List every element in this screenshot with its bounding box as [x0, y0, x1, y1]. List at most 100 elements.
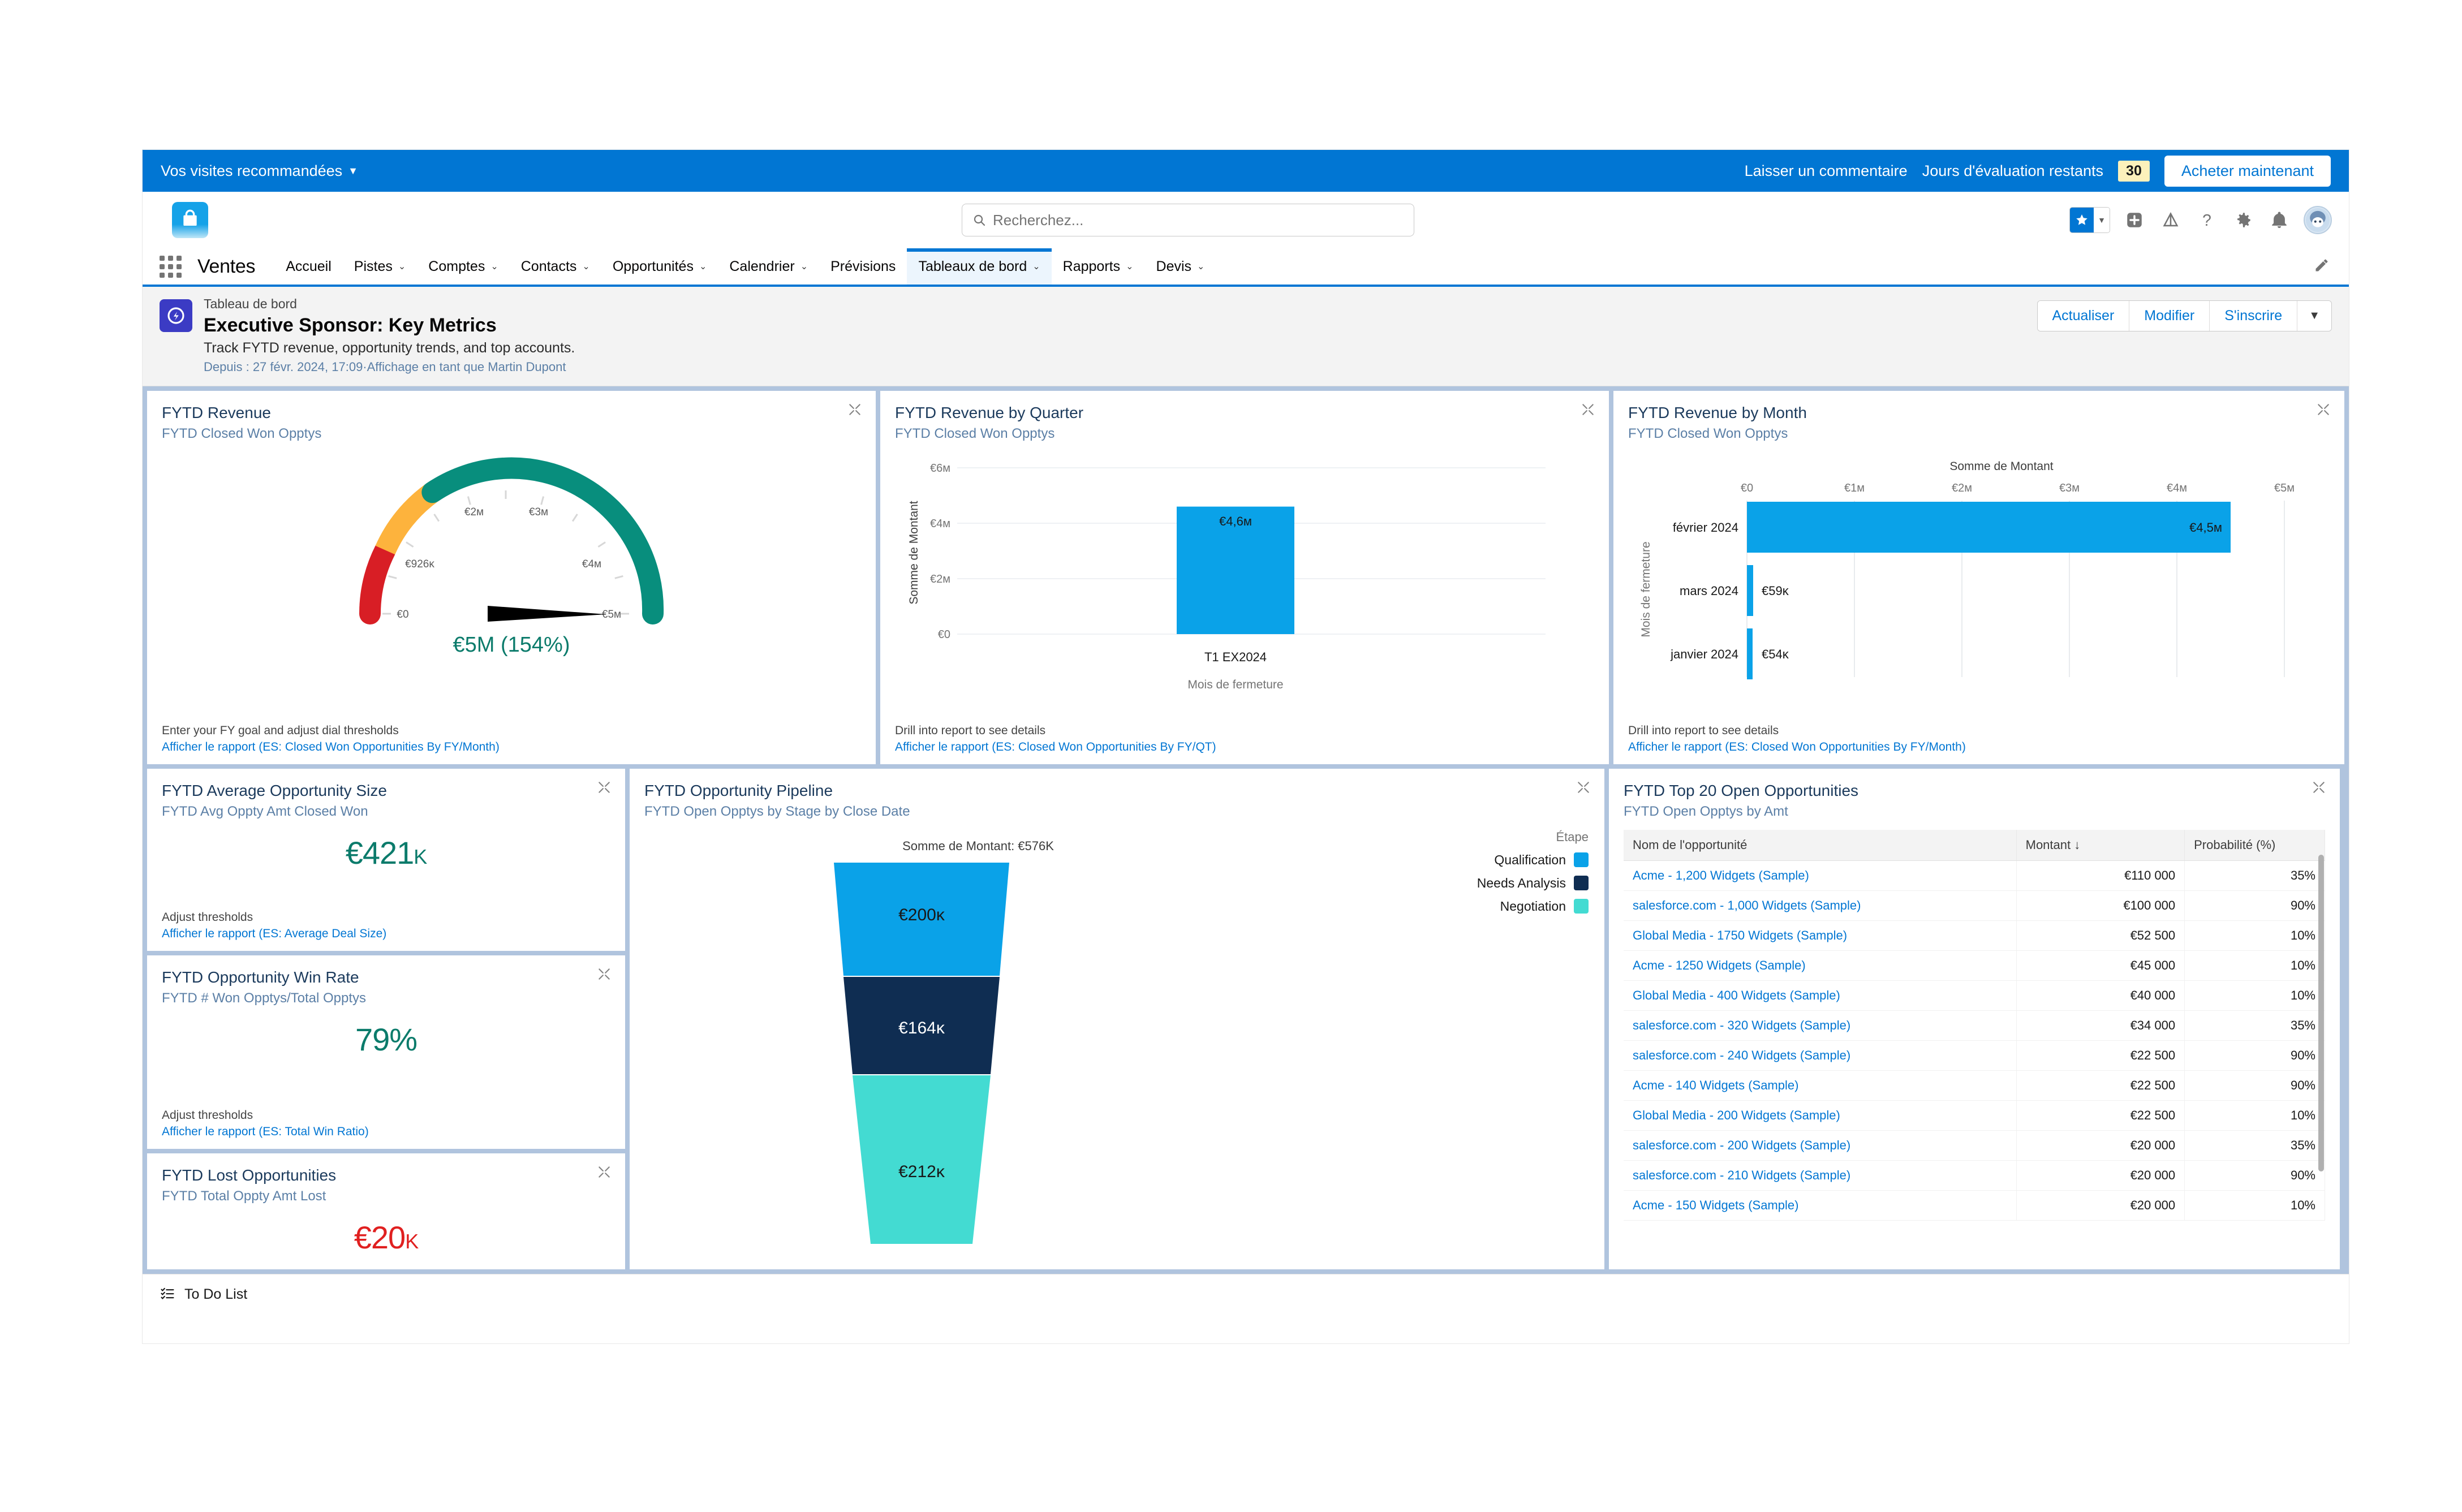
- metric-value: €20K: [162, 1219, 610, 1256]
- expand-icon[interactable]: [2316, 402, 2331, 417]
- search-input[interactable]: [993, 211, 1404, 229]
- svg-text:€0: €0: [397, 609, 408, 621]
- cell-amount: €110 000: [2016, 860, 2185, 891]
- nav-item-devis[interactable]: Devis ⌄: [1145, 248, 1216, 285]
- star-icon[interactable]: [2070, 208, 2094, 232]
- svg-text:€0: €0: [1741, 482, 1753, 494]
- gear-icon[interactable]: [2231, 208, 2255, 232]
- opportunity-link[interactable]: salesforce.com - 1,000 Widgets (Sample): [1633, 898, 1861, 912]
- more-actions-button[interactable]: ▼: [2297, 301, 2331, 331]
- nav-item-contacts[interactable]: Contacts ⌄: [510, 248, 601, 285]
- column-header-name[interactable]: Nom de l'opportunité: [1624, 829, 2017, 861]
- buy-now-button[interactable]: Acheter maintenant: [2164, 155, 2331, 187]
- opportunity-link[interactable]: Acme - 1250 Widgets (Sample): [1633, 958, 1806, 972]
- nav-item-label: Calendrier: [729, 258, 795, 274]
- opportunity-link[interactable]: salesforce.com - 210 Widgets (Sample): [1633, 1168, 1850, 1182]
- table-header-row: Nom de l'opportunité Montant ↓ Probabili…: [1624, 829, 2325, 861]
- nav-item-previsions[interactable]: Prévisions: [819, 248, 907, 285]
- expand-icon[interactable]: [1581, 402, 1595, 417]
- table-row[interactable]: Acme - 140 Widgets (Sample) €22 500 90%: [1624, 1070, 2325, 1101]
- global-search-box[interactable]: [962, 204, 1414, 236]
- nav-item-tableaux-de-bord[interactable]: Tableaux de bord ⌄: [907, 248, 1052, 285]
- table-row[interactable]: salesforce.com - 1,000 Widgets (Sample) €…: [1624, 890, 2325, 921]
- view-report-link[interactable]: Afficher le rapport (ES: Total Win Ratio…: [162, 1124, 369, 1140]
- table-row[interactable]: Global Media - 200 Widgets (Sample) €22 5…: [1624, 1100, 2325, 1131]
- nav-item-calendrier[interactable]: Calendrier ⌄: [718, 248, 819, 285]
- help-icon[interactable]: ?: [2195, 208, 2219, 232]
- cell-probability: 35%: [2184, 1010, 2325, 1041]
- nav-item-accueil[interactable]: Accueil: [274, 248, 343, 285]
- page-title: Executive Sponsor: Key Metrics: [204, 314, 497, 336]
- column-header-amount[interactable]: Montant ↓: [2016, 829, 2185, 861]
- avatar[interactable]: [2304, 206, 2332, 234]
- opportunity-link[interactable]: salesforce.com - 320 Widgets (Sample): [1633, 1018, 1850, 1032]
- expand-icon[interactable]: [2312, 780, 2326, 795]
- nav-item-rapports[interactable]: Rapports ⌄: [1052, 248, 1145, 285]
- legend-label: Qualification: [1494, 852, 1566, 867]
- opportunity-link[interactable]: salesforce.com - 200 Widgets (Sample): [1633, 1138, 1850, 1152]
- nav-item-label: Rapports: [1062, 258, 1121, 274]
- edit-button[interactable]: Modifier: [2129, 301, 2210, 331]
- view-report-link[interactable]: Afficher le rapport (ES: Average Deal Si…: [162, 926, 386, 942]
- cell-opportunity-name: salesforce.com - 210 Widgets (Sample): [1624, 1160, 2017, 1191]
- table-scrollbar[interactable]: [2318, 854, 2324, 1171]
- table-row[interactable]: Acme - 1250 Widgets (Sample) €45 000 10%: [1624, 950, 2325, 981]
- view-report-link[interactable]: Afficher le rapport (ES: Closed Won Oppo…: [1628, 739, 1966, 755]
- app-launcher-icon[interactable]: [160, 255, 182, 278]
- panel-footnote: Adjust thresholds: [162, 911, 253, 924]
- opportunity-link[interactable]: Acme - 1,200 Widgets (Sample): [1633, 868, 1809, 882]
- favorites-split-button[interactable]: ▼: [2069, 207, 2110, 233]
- cell-opportunity-name: Global Media - 200 Widgets (Sample): [1624, 1100, 2017, 1131]
- expand-icon[interactable]: [597, 1165, 612, 1179]
- opportunity-link[interactable]: Acme - 150 Widgets (Sample): [1633, 1198, 1798, 1212]
- table-row[interactable]: Global Media - 1750 Widgets (Sample) €52 …: [1624, 920, 2325, 951]
- view-report-link[interactable]: Afficher le rapport (ES: Closed Won Oppo…: [162, 739, 500, 755]
- svg-text:€200ᴋ: €200ᴋ: [898, 906, 945, 924]
- table-row[interactable]: salesforce.com - 200 Widgets (Sample) €20…: [1624, 1130, 2325, 1161]
- table-row[interactable]: salesforce.com - 240 Widgets (Sample) €22…: [1624, 1040, 2325, 1071]
- legend-item-needs-analysis[interactable]: Needs Analysis: [1477, 876, 1589, 891]
- table-row[interactable]: Acme - 1,200 Widgets (Sample) €110 000 35%: [1624, 860, 2325, 891]
- edit-pencil-icon[interactable]: [2314, 257, 2349, 276]
- view-report-link[interactable]: Afficher le rapport (ES: Closed Won Oppo…: [895, 739, 1216, 755]
- table-row[interactable]: Global Media - 400 Widgets (Sample) €40 0…: [1624, 980, 2325, 1011]
- legend-item-qualification[interactable]: Qualification: [1477, 852, 1589, 868]
- expand-icon[interactable]: [1576, 780, 1591, 795]
- recommended-visits-label: Vos visites recommandées: [161, 162, 343, 179]
- cloud-setup-icon[interactable]: [2159, 208, 2183, 232]
- opportunity-link[interactable]: Acme - 140 Widgets (Sample): [1633, 1078, 1798, 1092]
- panel-subtitle: FYTD Closed Won Opptys: [1628, 425, 1788, 441]
- opportunity-link[interactable]: Global Media - 200 Widgets (Sample): [1633, 1108, 1840, 1122]
- opportunity-link[interactable]: Global Media - 400 Widgets (Sample): [1633, 988, 1840, 1002]
- table-row[interactable]: Acme - 150 Widgets (Sample) €20 000 10%: [1624, 1190, 2325, 1221]
- refresh-button[interactable]: Actualiser: [2037, 301, 2130, 331]
- svg-text:€2ᴍ: €2ᴍ: [464, 506, 484, 518]
- leave-comment-link[interactable]: Laisser un commentaire: [1745, 162, 1908, 180]
- nav-item-pistes[interactable]: Pistes ⌄: [343, 248, 417, 285]
- cell-opportunity-name: salesforce.com - 320 Widgets (Sample): [1624, 1010, 2017, 1041]
- panel-lost-opportunities: FYTD Lost Opportunities FYTD Total Oppty…: [147, 1153, 625, 1269]
- svg-text:Mois de fermeture: Mois de fermeture: [1187, 678, 1283, 691]
- utility-bar: To Do List: [143, 1273, 2349, 1315]
- panel-fytd-revenue-by-quarter: FYTD Revenue by Quarter FYTD Closed Won …: [880, 390, 1609, 764]
- notifications-bell-icon[interactable]: [2267, 208, 2291, 232]
- expand-icon[interactable]: [597, 780, 612, 795]
- column-header-probability[interactable]: Probabilité (%): [2184, 829, 2325, 861]
- expand-icon[interactable]: [847, 402, 862, 417]
- dashboard-row-1: FYTD Revenue FYTD Closed Won Opptys €0 €…: [147, 390, 2344, 764]
- add-icon[interactable]: [2123, 208, 2146, 232]
- legend-item-negotiation[interactable]: Negotiation: [1477, 899, 1589, 914]
- opportunity-link[interactable]: Global Media - 1750 Widgets (Sample): [1633, 928, 1847, 942]
- chevron-down-icon[interactable]: ▼: [2094, 208, 2110, 232]
- nav-item-comptes[interactable]: Comptes ⌄: [417, 248, 509, 285]
- nav-item-opportunites[interactable]: Opportunités ⌄: [601, 248, 718, 285]
- opportunities-table-scroll-area[interactable]: Nom de l'opportunité Montant ↓ Probabili…: [1624, 820, 2325, 1267]
- expand-icon[interactable]: [597, 967, 612, 981]
- chevron-down-icon: ▼: [348, 165, 358, 176]
- nav-item-label: Contacts: [520, 258, 577, 274]
- table-row[interactable]: salesforce.com - 210 Widgets (Sample) €20…: [1624, 1160, 2325, 1191]
- subscribe-button[interactable]: S'inscrire: [2210, 301, 2298, 331]
- opportunity-link[interactable]: salesforce.com - 240 Widgets (Sample): [1633, 1048, 1850, 1062]
- table-row[interactable]: salesforce.com - 320 Widgets (Sample) €34…: [1624, 1010, 2325, 1041]
- recommended-visits-dropdown[interactable]: Vos visites recommandées ▼: [161, 162, 358, 180]
